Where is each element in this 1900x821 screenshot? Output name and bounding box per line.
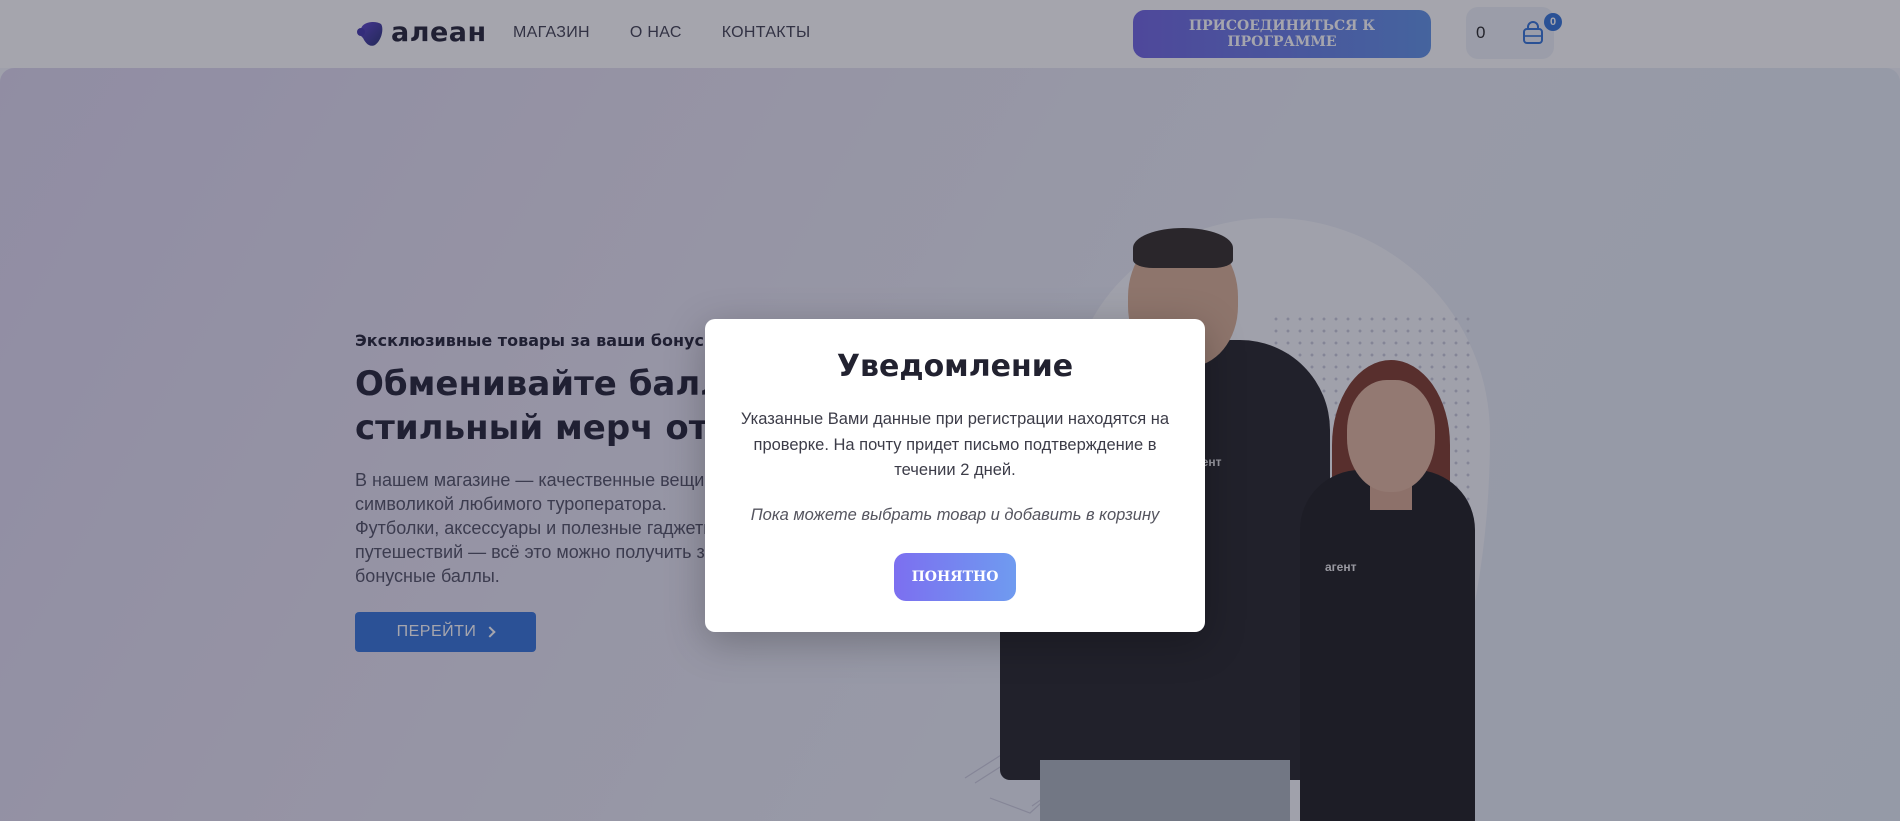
- modal-message: Указанные Вами данные при регистрации на…: [740, 410, 1170, 479]
- ok-button[interactable]: ПОНЯТНО: [894, 553, 1016, 601]
- modal-title: Уведомление: [836, 349, 1074, 384]
- notification-modal: Уведомление Указанные Вами данные при ре…: [705, 319, 1205, 632]
- modal-hint: Пока можете выбрать товар и добавить в к…: [750, 506, 1160, 524]
